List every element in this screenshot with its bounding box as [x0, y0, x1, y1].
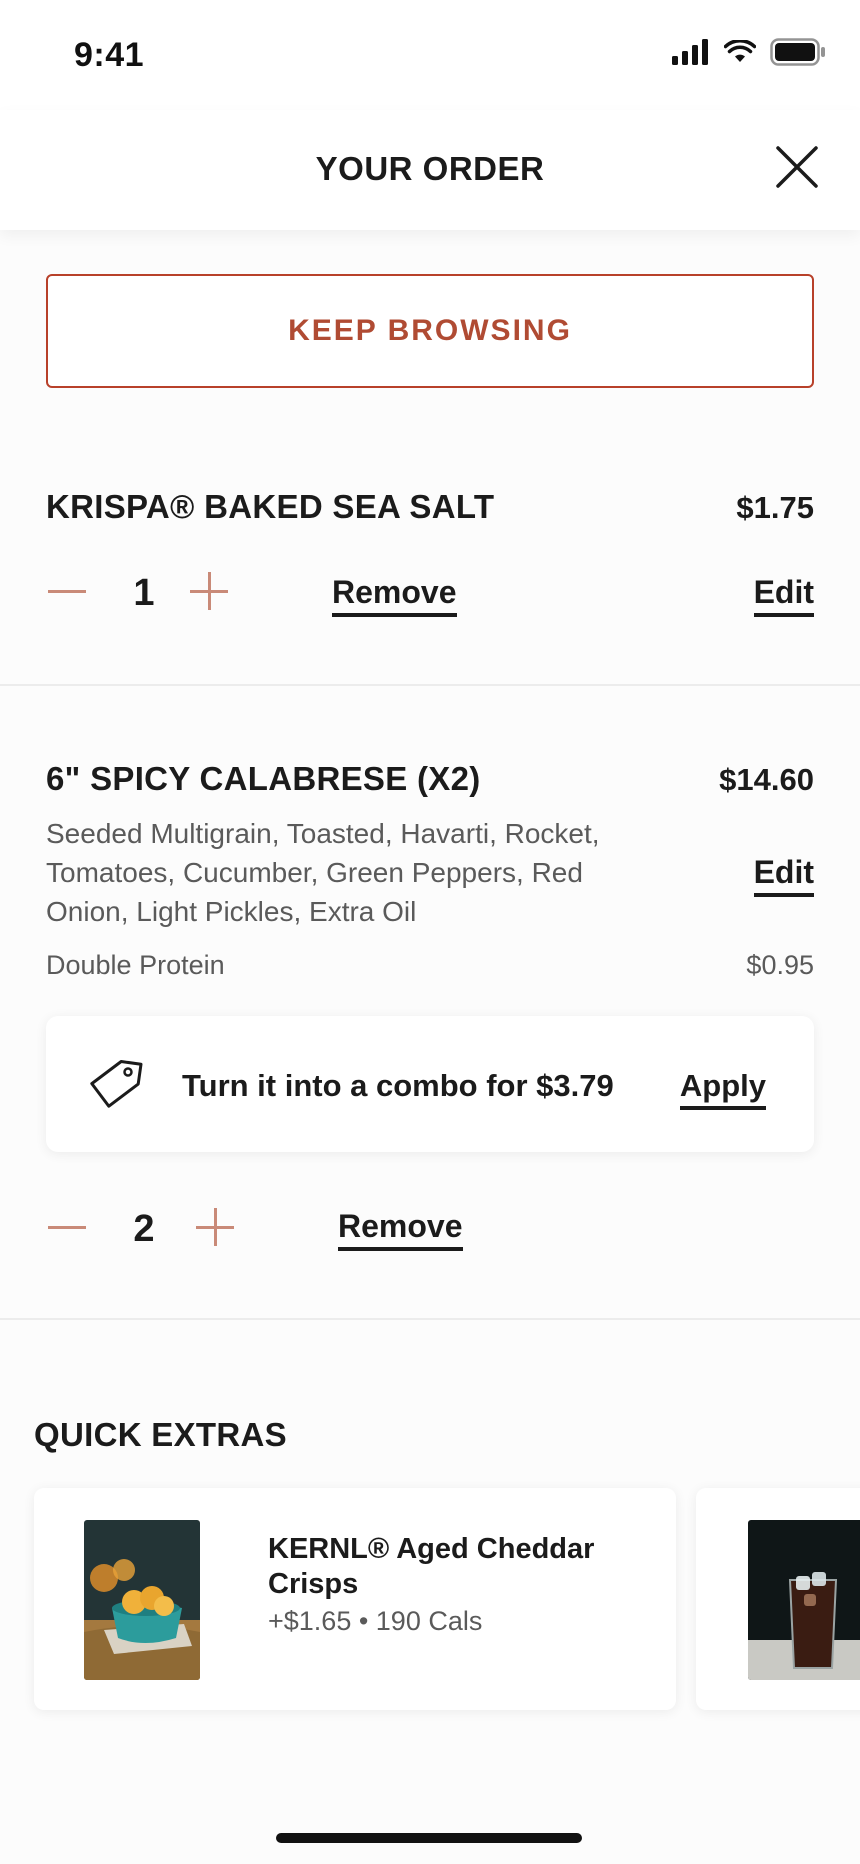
keep-browsing-button[interactable]: KEEP BROWSING — [46, 274, 814, 388]
quick-extra-card[interactable] — [696, 1488, 860, 1710]
iced-cola-image — [748, 1520, 860, 1680]
item-description: Seeded Multigrain, Toasted, Havarti, Roc… — [46, 818, 600, 927]
combo-offer-text: Turn it into a combo for $3.79 — [182, 1068, 614, 1103]
status-time: 9:41 — [74, 36, 145, 74]
item-title: 6" SPICY CALABRESE (X2) — [46, 760, 481, 797]
addon-price: $0.95 — [746, 950, 814, 980]
quick-extras-title: QUICK EXTRAS — [34, 1416, 287, 1453]
status-icons — [672, 38, 826, 66]
item-divider — [0, 1318, 860, 1320]
status-bar: 9:41 — [0, 0, 860, 110]
quick-extra-name: KERNL® Aged Cheddar Crisps — [268, 1533, 595, 1600]
remove-item-button[interactable]: Remove — [338, 1208, 463, 1251]
signal-icon — [672, 39, 708, 65]
increase-quantity-button[interactable] — [188, 570, 230, 612]
decrease-quantity-button[interactable] — [46, 1206, 88, 1248]
decrease-quantity-button[interactable] — [46, 570, 88, 612]
home-indicator — [276, 1833, 582, 1843]
edit-item-button[interactable]: Edit — [753, 854, 814, 897]
quick-extra-price-calories: +$1.65 • 190 Cals — [268, 1606, 483, 1636]
cheddar-crisps-image — [84, 1520, 200, 1680]
quick-extra-card[interactable]: KERNL® Aged Cheddar Crisps +$1.65 • 190 … — [34, 1488, 676, 1710]
combo-offer-card: Turn it into a combo for $3.79 Apply — [46, 1016, 814, 1152]
page-title: YOUR ORDER — [315, 150, 545, 187]
price-tag-icon — [90, 1060, 143, 1108]
item-divider — [0, 684, 860, 686]
remove-item-button[interactable]: Remove — [332, 574, 457, 617]
item-price: $1.75 — [736, 490, 814, 525]
addon-label: Double Protein — [46, 950, 225, 980]
apply-combo-button[interactable]: Apply — [679, 1068, 766, 1110]
item-quantity: 2 — [133, 1208, 155, 1250]
item-quantity: 1 — [133, 572, 155, 614]
edit-item-button[interactable]: Edit — [753, 574, 814, 617]
close-button[interactable] — [772, 142, 822, 192]
wifi-icon — [724, 40, 756, 62]
battery-icon — [770, 38, 825, 66]
close-icon — [776, 146, 818, 188]
item-price: $14.60 — [719, 762, 814, 797]
order-header: YOUR ORDER — [0, 110, 860, 230]
increase-quantity-button[interactable] — [194, 1206, 236, 1248]
item-title: KRISPA® BAKED SEA SALT — [46, 488, 495, 525]
